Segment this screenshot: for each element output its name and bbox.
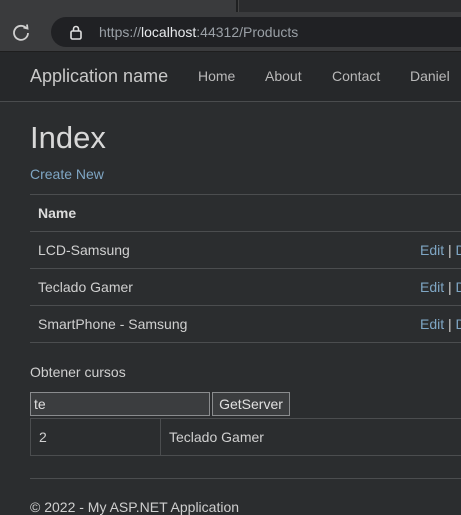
table-header-row: Name (30, 195, 461, 232)
course-search-input[interactable] (30, 392, 210, 416)
url-path: :44312/Products (196, 24, 298, 40)
edit-link[interactable]: Edit (420, 279, 444, 295)
courses-label: Obtener cursos (30, 364, 126, 380)
details-link[interactable]: D (456, 279, 461, 295)
table-cell-name: LCD-Samsung Edit | D (30, 232, 461, 269)
table-row: Teclado Gamer Edit | D (30, 269, 461, 306)
nav-link-user[interactable]: Daniel (410, 68, 450, 84)
browser-tab-active[interactable]: × (0, 0, 236, 12)
address-bar[interactable]: https://localhost:44312/Products (51, 17, 461, 47)
product-name: LCD-Samsung (38, 242, 130, 258)
footer-text: © 2022 - My ASP.NET Application (30, 499, 239, 515)
browser-toolbar: https://localhost:44312/Products (0, 12, 461, 52)
table-row: 2 Teclado Gamer (31, 419, 461, 456)
page-title: Index (30, 120, 106, 156)
products-table: Name LCD-Samsung Edit | D Teclado Gamer … (30, 194, 461, 343)
action-separator: | (448, 242, 452, 258)
lock-icon[interactable] (68, 24, 84, 40)
url-text[interactable]: https://localhost:44312/Products (99, 24, 298, 40)
nav-link-home[interactable]: Home (198, 68, 235, 84)
url-host: localhost (141, 24, 196, 40)
browser-tab-strip: × (0, 0, 461, 12)
browser-tab-inactive[interactable] (238, 0, 461, 12)
table-cell-name: SmartPhone - Samsung Edit | D (30, 306, 461, 343)
edit-link[interactable]: Edit (420, 316, 444, 332)
nav-link-contact[interactable]: Contact (332, 68, 380, 84)
site-navbar: Application name Home About Contact Dani… (0, 52, 461, 102)
course-id-cell: 2 (31, 419, 161, 456)
create-new-link[interactable]: Create New (30, 166, 104, 182)
details-link[interactable]: D (456, 316, 461, 332)
tab-close-icon[interactable]: × (215, 0, 223, 1)
courses-result-table: 2 Teclado Gamer (30, 418, 461, 456)
table-row: SmartPhone - Samsung Edit | D (30, 306, 461, 343)
row-actions: Edit | D (420, 316, 461, 332)
details-link[interactable]: D (456, 242, 461, 258)
course-name-cell: Teclado Gamer (161, 419, 461, 456)
brand-link[interactable]: Application name (30, 66, 168, 87)
table-cell-name: Teclado Gamer Edit | D (30, 269, 461, 306)
url-scheme: https:// (99, 24, 141, 40)
reload-icon[interactable] (10, 21, 32, 43)
nav-link-about[interactable]: About (265, 68, 302, 84)
product-name: SmartPhone - Samsung (38, 316, 187, 332)
edit-link[interactable]: Edit (420, 242, 444, 258)
row-actions: Edit | D (420, 279, 461, 295)
get-server-button[interactable]: GetServer (212, 392, 290, 416)
product-name: Teclado Gamer (38, 279, 133, 295)
footer-divider (30, 478, 461, 479)
action-separator: | (448, 316, 452, 332)
action-separator: | (448, 279, 452, 295)
table-row: LCD-Samsung Edit | D (30, 232, 461, 269)
column-header-name: Name (30, 195, 461, 232)
row-actions: Edit | D (420, 242, 461, 258)
